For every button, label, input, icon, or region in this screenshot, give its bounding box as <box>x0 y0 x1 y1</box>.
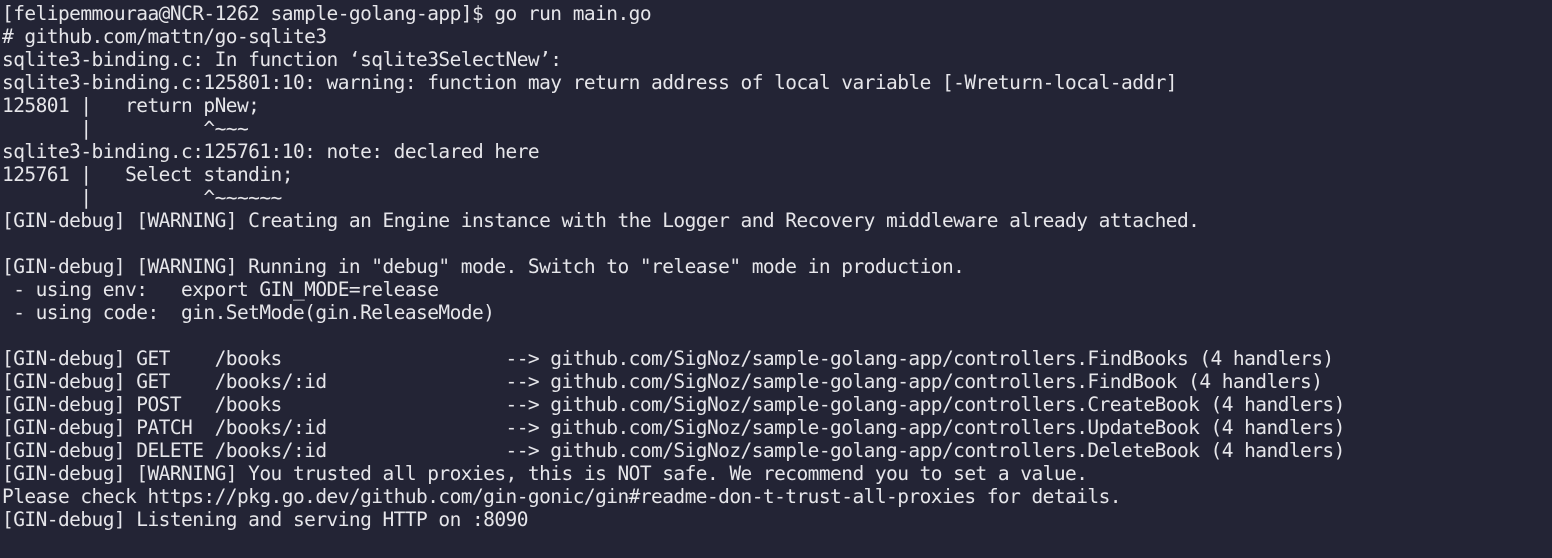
output-line: [GIN-debug] Listening and serving HTTP o… <box>2 508 528 531</box>
output-line: - using code: gin.SetMode(gin.ReleaseMod… <box>2 301 495 324</box>
output-line: [GIN-debug] [WARNING] You trusted all pr… <box>2 462 1088 485</box>
warning-line: sqlite3-binding.c:125801:10: warning: fu… <box>2 71 1178 94</box>
output-line: [GIN-debug] [WARNING] Creating an Engine… <box>2 209 1200 232</box>
output-line: [GIN-debug] [WARNING] Running in "debug"… <box>2 255 965 278</box>
route-line: [GIN-debug] PATCH /books/:id --> github.… <box>2 416 1345 439</box>
code-line: 125801 | return pNew; <box>2 94 260 117</box>
output-line: Please check https://pkg.go.dev/github.c… <box>2 485 1122 508</box>
output-line: - using env: export GIN_MODE=release <box>2 278 439 301</box>
route-line: [GIN-debug] POST /books --> github.com/S… <box>2 393 1345 416</box>
output-line: sqlite3-binding.c: In function ‘sqlite3S… <box>2 48 562 71</box>
code-line: 125761 | Select standin; <box>2 163 294 186</box>
note-line: sqlite3-binding.c:125761:10: note: decla… <box>2 140 540 163</box>
route-line: [GIN-debug] DELETE /books/:id --> github… <box>2 439 1345 462</box>
code-marker-line: | ^~~~~~~ <box>2 186 282 209</box>
route-line: [GIN-debug] GET /books --> github.com/Si… <box>2 347 1334 370</box>
code-marker-line: | ^~~~ <box>2 117 249 140</box>
route-line: [GIN-debug] GET /books/:id --> github.co… <box>2 370 1323 393</box>
prompt-line: [felipemmouraa@NCR-1262 sample-golang-ap… <box>2 2 652 25</box>
terminal-window[interactable]: [felipemmouraa@NCR-1262 sample-golang-ap… <box>0 0 1552 558</box>
output-line: # github.com/mattn/go-sqlite3 <box>2 25 327 48</box>
